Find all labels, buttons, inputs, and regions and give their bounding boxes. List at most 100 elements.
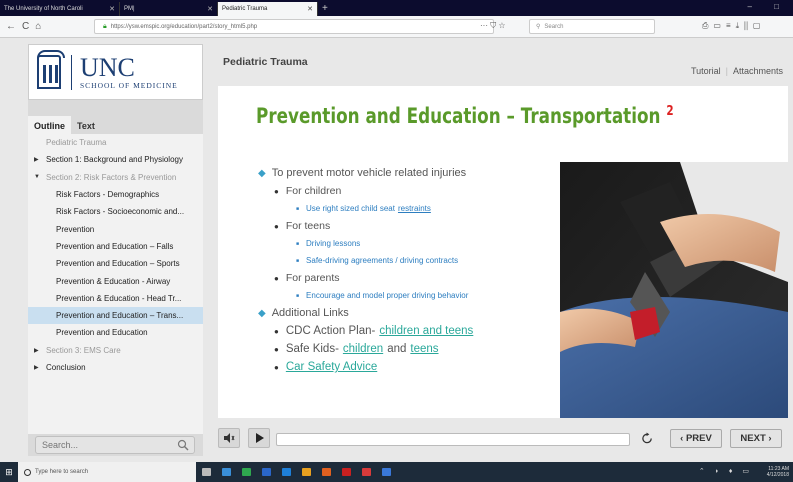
- app-icon[interactable]: [362, 468, 371, 476]
- outline-item[interactable]: Prevention and Education – Sports: [28, 255, 203, 272]
- logo-text: UNC SCHOOL OF MEDICINE: [71, 52, 178, 90]
- outline-item[interactable]: ▶ Section 3: EMS Care: [28, 342, 203, 359]
- outline-item-label: Prevention: [56, 224, 95, 234]
- seatbelt-photo: [560, 162, 788, 418]
- close-icon[interactable]: ✕: [109, 5, 115, 13]
- outline-search[interactable]: [35, 436, 195, 454]
- bullet-text: Encourage and model proper driving behav…: [306, 291, 469, 300]
- outline-item-label: Risk Factors - Socioeconomic and...: [56, 207, 185, 217]
- browser-tab[interactable]: The University of North Caroli ✕: [0, 2, 120, 16]
- outline-item[interactable]: Risk Factors - Demographics: [28, 186, 203, 203]
- browser-tab-bar: The University of North Caroli ✕ PM| ✕ Ped…: [0, 0, 793, 16]
- bullet-text: Safe Kids-: [285, 343, 339, 355]
- search-input[interactable]: [36, 440, 166, 450]
- new-tab-button[interactable]: +: [322, 2, 328, 16]
- resource-link[interactable]: children and teens: [379, 325, 473, 337]
- clock[interactable]: 11:23 AM 4/12/2018: [767, 466, 789, 478]
- resource-link[interactable]: children: [343, 343, 383, 355]
- replay-button[interactable]: [636, 428, 658, 448]
- bullet-level-2: ■ Driving lessons: [258, 235, 558, 252]
- tab-text[interactable]: Text: [71, 116, 101, 136]
- task-view-icon[interactable]: [202, 468, 211, 476]
- close-icon[interactable]: ✕: [307, 5, 313, 13]
- logo-unc: UNC: [80, 52, 135, 82]
- browser-tab-active[interactable]: Pediatric Trauma ✕: [218, 2, 318, 16]
- outline-item[interactable]: ▶ Section 1: Background and Physiology: [28, 151, 203, 168]
- app-icon[interactable]: [242, 468, 251, 476]
- resource-link[interactable]: teens: [410, 343, 438, 355]
- back-icon[interactable]: ←: [6, 21, 16, 32]
- outline-item-label: Prevention and Education: [56, 328, 148, 338]
- app-icon[interactable]: [342, 468, 351, 476]
- outline-item[interactable]: Prevention & Education - Airway: [28, 272, 203, 289]
- slide-title-superscript: 2: [666, 104, 674, 119]
- slide-title: Prevention and Education – Transportatio…: [256, 104, 674, 128]
- page-actions-icon[interactable]: ··· ⛉ ☆: [480, 21, 506, 31]
- bullet-text: Safe-driving agreements / driving contra…: [306, 256, 459, 265]
- app-icon[interactable]: [262, 468, 271, 476]
- clock-date: 4/12/2018: [766, 472, 789, 478]
- app-icon[interactable]: [382, 468, 391, 476]
- taskbar-search[interactable]: Type here to search: [18, 462, 196, 482]
- volume-button[interactable]: [218, 428, 240, 448]
- bullet-text: Driving lessons: [306, 239, 361, 248]
- bullet-level-1: ● Safe Kids-children and teens: [258, 340, 558, 358]
- outline-item[interactable]: Risk Factors - Socioeconomic and...: [28, 203, 203, 220]
- unc-logo: UNC SCHOOL OF MEDICINE: [28, 44, 203, 100]
- search-placeholder: Search: [544, 23, 564, 30]
- reload-icon[interactable]: C: [22, 21, 29, 32]
- prev-button[interactable]: ‹ PREV: [670, 429, 722, 448]
- outline-item[interactable]: Pediatric Trauma: [28, 134, 203, 151]
- toolbar-icons[interactable]: ⎙▭≡⤓⫼▢: [702, 21, 765, 31]
- chevron-right-icon[interactable]: ▶: [34, 347, 39, 354]
- divider: |: [725, 66, 728, 76]
- app-icon[interactable]: [222, 468, 231, 476]
- tutorial-link[interactable]: Tutorial: [691, 66, 721, 76]
- page-title: Pediatric Trauma: [223, 56, 308, 68]
- bullet-level-1: ● For children: [258, 182, 558, 200]
- browser-search-input[interactable]: ⚲ Search: [529, 19, 655, 34]
- search-icon[interactable]: [177, 439, 189, 451]
- diamond-bullet-icon: ◆: [258, 167, 266, 179]
- start-icon[interactable]: ⊞: [0, 467, 18, 478]
- browser-tab[interactable]: PM| ✕: [120, 2, 218, 16]
- seek-bar[interactable]: [276, 433, 630, 446]
- app-icon[interactable]: [302, 468, 311, 476]
- home-icon[interactable]: ⌂: [35, 21, 41, 32]
- edge-icon[interactable]: [282, 468, 291, 476]
- play-icon: [255, 433, 264, 443]
- tab-outline[interactable]: Outline: [28, 116, 71, 136]
- bullet-level-1: ● For teens: [258, 217, 558, 235]
- chevron-down-icon[interactable]: ▼: [34, 174, 40, 180]
- outline-item[interactable]: Prevention and Education: [28, 324, 203, 341]
- bullet-text: For teens: [285, 220, 331, 232]
- chevron-right-icon[interactable]: ▶: [34, 364, 39, 371]
- resource-link[interactable]: Car Safety Advice: [286, 361, 377, 373]
- bullet-dot-icon: ■: [296, 240, 300, 247]
- play-button[interactable]: [248, 428, 270, 448]
- outline-item[interactable]: Prevention & Education - Head Tr...: [28, 290, 203, 307]
- outline-item-label: Section 2: Risk Factors & Prevention: [46, 172, 177, 182]
- restraints-link[interactable]: restraints: [398, 204, 431, 213]
- outline-item[interactable]: Prevention: [28, 220, 203, 237]
- slide-bullets: ◆ To prevent motor vehicle related injuri…: [258, 164, 558, 376]
- bullet-level-1: ● For parents: [258, 269, 558, 287]
- outline-item[interactable]: ▶ Conclusion: [28, 359, 203, 376]
- outline-item[interactable]: ▼ Section 2: Risk Factors & Prevention: [28, 169, 203, 186]
- system-tray-icons[interactable]: ⌃ ◗ ♦ ▭: [699, 467, 753, 475]
- tab-label: The University of North Caroli: [4, 6, 83, 12]
- chevron-right-icon[interactable]: ▶: [34, 156, 39, 163]
- speaker-icon: [224, 433, 235, 443]
- bullet-level-2: ■ Use right sized child seat restraints: [258, 200, 558, 217]
- attachments-link[interactable]: Attachments: [733, 66, 783, 76]
- tab-label: PM|: [124, 6, 135, 12]
- outline-item[interactable]: Prevention and Education – Falls: [28, 238, 203, 255]
- outline-item[interactable]: Prevention and Education – Trans...: [28, 306, 203, 325]
- url-bar[interactable]: 🔒︎ https://ysw.emspic.org/education/part…: [94, 19, 494, 34]
- firefox-icon[interactable]: [322, 468, 331, 476]
- next-button[interactable]: NEXT ›: [730, 429, 782, 448]
- bullet-text: CDC Action Plan-: [285, 325, 376, 337]
- replay-icon: [641, 431, 652, 443]
- window-controls[interactable]: – □: [747, 2, 789, 11]
- close-icon[interactable]: ✕: [207, 5, 213, 13]
